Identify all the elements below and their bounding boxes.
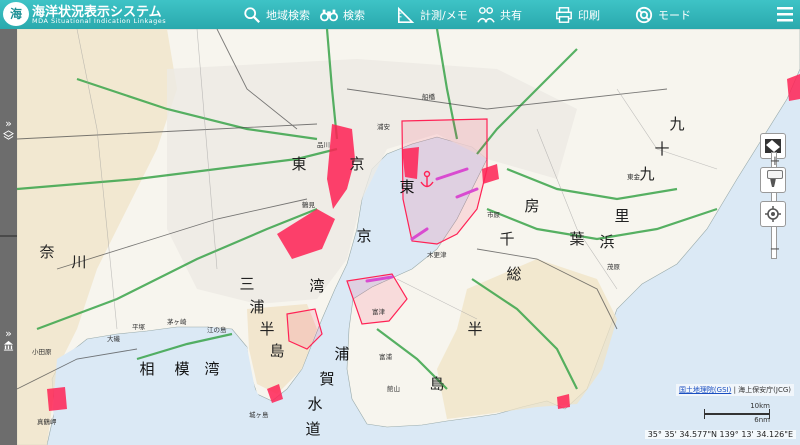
jcg-attribution: 海上保安庁(JCG) [738, 386, 791, 394]
lifebuoy-icon [635, 6, 653, 23]
scale-tick-left [704, 409, 705, 419]
label-kujukuri-3: 九 [639, 165, 654, 183]
label-kujukuri-1: 九 [669, 115, 684, 133]
label-hiratsuka: 平塚 [132, 322, 146, 331]
label-odawara: 小田原 [32, 347, 52, 356]
header-bar: 海 海洋状況表示システム MDA Situational Indication … [0, 0, 800, 29]
label-enoshima: 江の島 [207, 325, 227, 334]
label-boso-2: 総 [506, 265, 521, 283]
left-sidebar: » » [0, 29, 17, 445]
label-miura-2: 浦 [249, 298, 264, 316]
gsi-attribution-link[interactable]: 国土地理院(GSI) [679, 386, 731, 394]
building-icon [3, 340, 14, 351]
label-miura-4: 島 [269, 342, 284, 360]
share-icon [477, 6, 495, 23]
label-kanagawa-2: 川 [71, 253, 86, 271]
layer-panel-expand-button[interactable]: » [1, 117, 16, 144]
label-chigasaki: 茅ヶ崎 [167, 317, 187, 326]
label-tsurumi: 鶴見 [302, 200, 316, 209]
label-kisarazu: 木更津 [427, 250, 447, 259]
region-search-label: 地域検索 [266, 8, 310, 22]
search-icon [244, 6, 260, 23]
crosshair-icon [765, 206, 781, 222]
scale-line [704, 413, 770, 415]
mode-button[interactable]: モード [635, 0, 691, 29]
label-uraga-3: 水 [307, 395, 322, 413]
app-logo[interactable]: 海 [3, 2, 29, 26]
label-chiba-2: 葉 [569, 230, 584, 248]
label-miura-3: 半 [259, 320, 274, 338]
label-kanagawa-1: 奈 [39, 243, 54, 261]
ruler-icon [397, 6, 415, 23]
label-futtsu: 富津 [372, 307, 386, 316]
scale-nm-label: 6nm [754, 416, 770, 424]
search-button[interactable]: 検索 [320, 0, 365, 29]
share-button[interactable]: 共有 [477, 0, 522, 29]
label-boso-3: 半 [467, 320, 482, 338]
current-location-button[interactable] [760, 201, 786, 227]
label-jogashima: 城ヶ島 [249, 410, 269, 419]
label-oiso: 大磯 [107, 334, 121, 343]
map-attribution: 国土地理院(GSI) | 海上保安庁(JCG) [675, 384, 794, 396]
label-urayasu: 浦安 [377, 122, 391, 131]
label-uraga-2: 賀 [319, 370, 334, 388]
region-search-button[interactable]: 地域検索 [243, 0, 310, 29]
label-uraga-1: 浦 [334, 345, 349, 363]
expand-arrow-icon: » [5, 117, 12, 130]
cursor-coordinates: 35° 35' 34.577"N 139° 13' 34.126"E [644, 430, 796, 439]
label-mobara: 茂原 [607, 262, 621, 271]
layers-icon [3, 130, 14, 140]
label-tokyo-1: 東 [291, 155, 306, 173]
app-subtitle: MDA Situational Indication Linkages [32, 17, 167, 25]
label-sagami-1: 相 [139, 360, 154, 378]
sidebar-divider [0, 235, 17, 237]
mode-label: モード [658, 8, 691, 22]
sagami-bay-sea [53, 327, 272, 445]
scale-km-label: 10km [750, 402, 770, 410]
print-label: 印刷 [578, 8, 600, 22]
label-tokyo-bay-2: 京 [356, 227, 371, 245]
label-sagami-3: 湾 [204, 360, 219, 378]
label-tomiura: 富浦 [379, 352, 393, 361]
label-kujukuri-4: 里 [614, 207, 629, 225]
label-boso-4: 島 [429, 375, 444, 393]
label-chiba-1: 千 [499, 230, 514, 248]
label-tateyama: 館山 [387, 384, 400, 393]
label-kujukuri-2: 十 [654, 140, 669, 158]
share-label: 共有 [500, 8, 522, 22]
measure-memo-label: 計測/メモ [420, 8, 468, 22]
label-tokyo-bay-1: 東 [399, 178, 414, 196]
search-label: 検索 [343, 8, 365, 22]
label-funabashi: 船橋 [422, 92, 436, 101]
label-sagami-2: 模 [174, 360, 189, 378]
zoom-in-button[interactable]: + [768, 155, 782, 169]
zoom-out-button[interactable]: − [768, 243, 782, 257]
label-tokyo-bay-3: 湾 [309, 277, 324, 295]
printer-icon [556, 6, 572, 23]
measure-memo-button[interactable]: 計測/メモ [397, 0, 468, 29]
info-panel-expand-button[interactable]: » [1, 327, 16, 354]
hamburger-menu-icon[interactable] [776, 5, 794, 23]
label-shinagawa: 品川 [317, 141, 330, 149]
zoom-slider-thumb[interactable] [767, 170, 783, 179]
label-miura-1: 三 [239, 275, 254, 293]
label-manazuru: 真鶴岬 [37, 417, 57, 426]
label-kujukuri-5: 浜 [599, 233, 614, 251]
print-button[interactable]: 印刷 [555, 0, 600, 29]
label-togane: 東金 [627, 172, 641, 181]
map-canvas[interactable]: 東 京 奈 川 三 浦 半 島 東 京 湾 房 千 葉 総 半 島 相 模 湾 … [17, 29, 800, 445]
label-ichihara: 市原 [487, 210, 501, 219]
binoculars-icon [320, 9, 338, 21]
label-tokyo-2: 京 [349, 155, 364, 173]
label-boso-1: 房 [524, 197, 539, 215]
scale-bar: 10km 6nm [704, 402, 770, 424]
label-uraga-4: 道 [305, 420, 320, 438]
expand-arrow-icon: » [5, 327, 12, 340]
